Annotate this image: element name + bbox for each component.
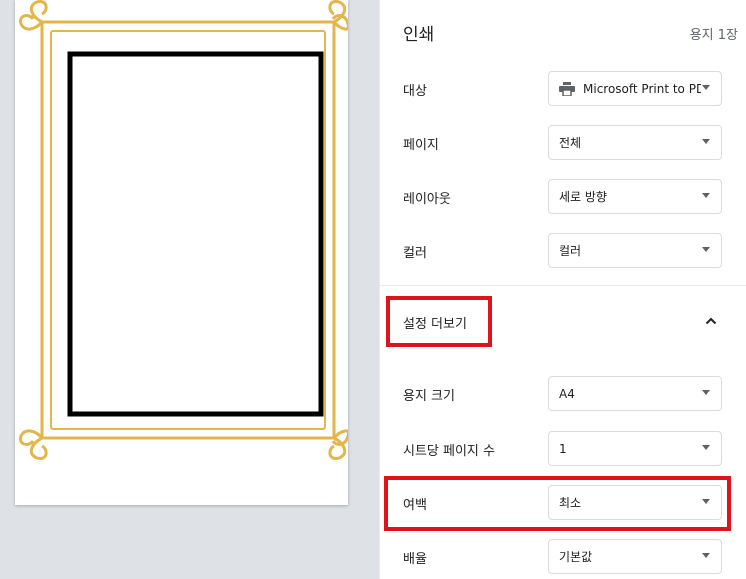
pages-per-sheet-value: 1: [559, 441, 567, 456]
print-preview-area: [0, 0, 379, 579]
chevron-down-icon: [702, 247, 710, 252]
color-select[interactable]: 컬러: [548, 233, 722, 268]
chevron-down-icon: [702, 445, 710, 450]
print-dialog-title: 인쇄: [403, 25, 435, 45]
paper-size-label: 용지 크기: [403, 389, 455, 404]
chevron-up-icon[interactable]: [705, 317, 717, 325]
printer-icon: [559, 81, 575, 96]
paper-size-select[interactable]: A4: [548, 376, 722, 411]
layout-label: 레이아웃: [403, 192, 451, 207]
layout-select[interactable]: 세로 방향: [548, 179, 722, 214]
destination-select[interactable]: Microsoft Print to PDF: [548, 71, 722, 106]
more-settings-toggle[interactable]: 설정 더보기: [403, 313, 467, 332]
scale-select[interactable]: 기본값: [548, 539, 722, 574]
pages-per-sheet-label: 시트당 페이지 수: [403, 444, 495, 459]
pages-label: 페이지: [403, 138, 439, 153]
chevron-down-icon: [702, 193, 710, 198]
ornamental-frame-image: [19, 0, 348, 460]
layout-value: 세로 방향: [559, 190, 607, 204]
chevron-down-icon: [702, 85, 710, 90]
chevron-down-icon: [702, 390, 710, 395]
margins-select[interactable]: 최소: [548, 485, 722, 520]
print-settings-panel: 인쇄 용지 1장 대상 Microsoft Print to PDF 페이지 전…: [379, 0, 746, 579]
scale-label: 배율: [403, 552, 427, 567]
pages-per-sheet-select[interactable]: 1: [548, 431, 722, 466]
chevron-down-icon: [702, 499, 710, 504]
paper-size-value: A4: [559, 386, 575, 401]
color-label: 컬러: [403, 246, 427, 261]
scale-value: 기본값: [559, 550, 593, 564]
color-value: 컬러: [559, 244, 582, 258]
margins-value: 최소: [559, 496, 582, 510]
margins-label: 여백: [403, 498, 427, 513]
pages-value: 전체: [559, 136, 582, 150]
destination-label: 대상: [403, 84, 427, 99]
sheet-count: 용지 1장: [689, 28, 738, 43]
section-divider: [380, 285, 746, 286]
chevron-down-icon: [702, 553, 710, 558]
destination-value: Microsoft Print to PDF: [583, 81, 701, 96]
pages-select[interactable]: 전체: [548, 125, 722, 160]
chevron-down-icon: [702, 139, 710, 144]
preview-page: [15, 0, 348, 505]
